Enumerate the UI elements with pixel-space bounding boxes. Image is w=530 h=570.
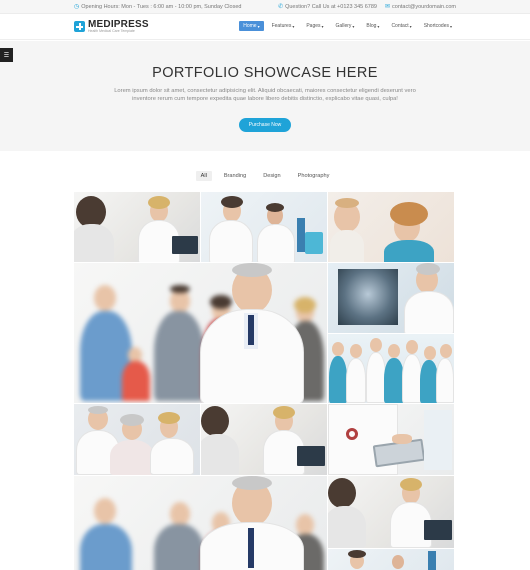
chevron-down-icon: ▾ bbox=[321, 23, 324, 29]
portfolio-filters: All Branding Design Photography bbox=[0, 171, 530, 181]
opening-hours: Opening Hours: Mon - Tues : 6:00 am - 10… bbox=[81, 4, 242, 10]
top-info-bar: ◷ Opening Hours: Mon - Tues : 6:00 am - … bbox=[0, 0, 530, 14]
portfolio-image-senior-doctor-2[interactable] bbox=[74, 476, 327, 570]
medical-cross-icon bbox=[74, 21, 85, 32]
purchase-button[interactable]: Purchase Now bbox=[238, 118, 292, 132]
portfolio-image-senior-doctor[interactable] bbox=[74, 263, 327, 403]
filter-branding[interactable]: Branding bbox=[219, 171, 251, 181]
nav-label: Blog bbox=[366, 23, 377, 29]
portfolio-image-pediatric-care[interactable] bbox=[328, 192, 454, 262]
nav-label: Shortcodes bbox=[423, 23, 449, 29]
mail-icon: ✉ bbox=[384, 4, 391, 10]
settings-panel-toggle[interactable]: ☰ bbox=[0, 48, 13, 62]
filter-photography[interactable]: Photography bbox=[293, 171, 335, 181]
nav-label: Pages bbox=[306, 23, 321, 29]
clock-icon: ◷ bbox=[74, 4, 80, 10]
nav-blog[interactable]: Blog ▾ bbox=[362, 21, 383, 31]
chevron-down-icon: ▾ bbox=[352, 23, 355, 29]
nav-shortcodes[interactable]: Shortcodes ▾ bbox=[420, 21, 456, 31]
nav-features[interactable]: Features ▾ bbox=[268, 21, 299, 31]
nav-pages[interactable]: Pages ▾ bbox=[302, 21, 327, 31]
contact-email[interactable]: contact@yourdomain.com bbox=[392, 4, 456, 10]
chevron-down-icon: ▾ bbox=[409, 23, 412, 29]
site-header: MEDIPRESS Health Medical Care Template H… bbox=[0, 14, 530, 40]
portfolio-image-lab-research-2[interactable] bbox=[328, 549, 454, 570]
hero-section: PORTFOLIO SHOWCASE HERE Lorem ipsum dolo… bbox=[0, 41, 530, 151]
nav-label: Gallery bbox=[335, 23, 352, 29]
page-title: PORTFOLIO SHOWCASE HERE bbox=[152, 65, 378, 81]
portfolio-image-doctor-consultation[interactable] bbox=[74, 192, 200, 262]
nav-label: Home bbox=[243, 23, 257, 29]
site-logo[interactable]: MEDIPRESS Health Medical Care Template bbox=[74, 20, 149, 33]
main-nav: Home ▾ Features ▾ Pages ▾ Gallery ▾ Blog ▾ Co… bbox=[239, 21, 456, 31]
portfolio-image-tablet-stethoscope[interactable] bbox=[328, 404, 454, 475]
brand-name: MEDIPRESS bbox=[88, 19, 149, 30]
filter-design[interactable]: Design bbox=[258, 171, 285, 181]
nav-label: Features bbox=[271, 23, 292, 29]
chevron-down-icon: ▾ bbox=[257, 23, 260, 29]
nav-gallery[interactable]: Gallery ▾ bbox=[332, 21, 359, 31]
nav-home[interactable]: Home ▾ bbox=[239, 21, 264, 31]
filter-all[interactable]: All bbox=[195, 171, 212, 181]
nav-label: Contact bbox=[391, 23, 409, 29]
chevron-down-icon: ▾ bbox=[292, 23, 295, 29]
hero-description: Lorem ipsum dolor sit amet, consectetur … bbox=[114, 88, 416, 102]
sliders-icon: ☰ bbox=[3, 52, 10, 59]
portfolio-image-doctor-consultation-2[interactable] bbox=[201, 404, 327, 475]
chevron-down-icon: ▾ bbox=[449, 23, 452, 29]
chevron-down-icon: ▾ bbox=[377, 23, 380, 29]
portfolio-image-doctor-consultation-3[interactable] bbox=[328, 476, 454, 548]
portfolio-image-xray-review[interactable] bbox=[328, 263, 454, 333]
nav-contact[interactable]: Contact ▾ bbox=[387, 21, 415, 31]
portfolio-image-doctor-with-seniors[interactable] bbox=[74, 404, 200, 475]
question-phone: Question? Call Us at +0123 345 6789 bbox=[285, 4, 377, 10]
portfolio-image-lab-research[interactable] bbox=[201, 192, 327, 262]
portfolio-image-medical-team[interactable] bbox=[328, 334, 454, 403]
phone-icon: ✆ bbox=[278, 4, 284, 10]
